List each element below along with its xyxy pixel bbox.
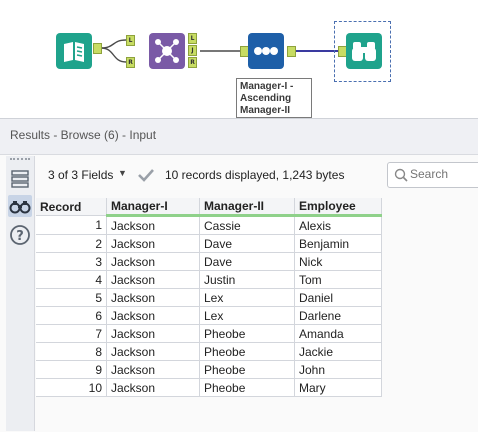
manager-i-cell[interactable]: Jackson [106,306,200,325]
manager-ii-cell[interactable]: Pheobe [199,360,295,379]
manager-ii-cell[interactable]: Pheobe [199,342,295,361]
join-l-output-anchor[interactable]: L [188,33,197,44]
binoculars-icon [352,42,376,61]
manager-ii-cell[interactable]: Dave [199,252,295,271]
records-summary: 10 records displayed, 1,243 bytes [165,168,345,182]
search-icon [394,168,408,182]
join-icon [155,39,179,63]
search-input[interactable] [410,166,478,182]
manager-ii-cell[interactable]: Lex [199,306,295,325]
record-cell[interactable]: 8 [36,342,107,361]
input-tool[interactable] [56,33,92,69]
help-icon[interactable]: ? [8,223,32,245]
employee-cell[interactable]: Nick [294,252,382,271]
sort-output-anchor[interactable] [287,46,296,57]
record-cell[interactable]: 7 [36,324,107,343]
workflow-canvas[interactable]: L R L J R Manager-I - Ascending Manager-… [0,0,478,118]
employee-cell[interactable]: Benjamin [294,234,382,253]
join-r-output-anchor[interactable]: R [188,57,197,68]
record-cell[interactable]: 1 [36,215,107,235]
table-row[interactable]: 3 Jackson Dave Nick [36,252,382,271]
input-output-anchor[interactable] [93,43,102,54]
employee-cell[interactable]: Tom [294,270,382,289]
employee-cell[interactable]: Amanda [294,324,382,343]
record-cell[interactable]: 10 [36,378,107,397]
employee-cell[interactable]: Mary [294,378,382,397]
column-header-employee[interactable]: Employee [294,198,382,217]
sort-tool-annotation: Manager-I - Ascending Manager-II [236,78,312,118]
column-header-manager-ii[interactable]: Manager-II [199,198,295,217]
manager-ii-cell[interactable]: Pheobe [199,324,295,343]
join-j-output-anchor[interactable]: J [188,45,197,56]
toolbar-grip[interactable] [10,158,30,162]
results-header: Results - Browse (6) - Input [0,118,478,154]
fields-selector[interactable]: 3 of 3 Fields [48,168,113,182]
chevron-down-icon[interactable]: ▼ [118,168,127,178]
manager-ii-cell[interactable]: Justin [199,270,295,289]
join-right-anchor[interactable]: R [126,57,135,68]
manager-i-cell[interactable]: Jackson [106,378,200,397]
column-header-record[interactable]: Record [36,198,107,216]
manager-ii-cell[interactable]: Lex [199,288,295,307]
book-icon [64,42,84,62]
browse-tool[interactable] [346,33,382,69]
manager-i-cell[interactable]: Jackson [106,360,200,379]
employee-cell[interactable]: Daniel [294,288,382,307]
table-row[interactable]: 6 Jackson Lex Darlene [36,306,382,325]
record-cell[interactable]: 4 [36,270,107,289]
column-header-manager-i[interactable]: Manager-I [106,198,200,217]
record-cell[interactable]: 9 [36,360,107,379]
manager-i-cell[interactable]: Jackson [106,234,200,253]
employee-cell[interactable]: Alexis [294,215,382,235]
join-tool[interactable] [149,33,185,69]
table-row[interactable]: 8 Jackson Pheobe Jackie [36,342,382,361]
table-row[interactable]: 1 Jackson Cassie Alexis [36,215,382,235]
employee-cell[interactable]: Jackie [294,342,382,361]
record-cell[interactable]: 6 [36,306,107,325]
table-row[interactable]: 5 Jackson Lex Daniel [36,288,382,307]
table-row[interactable]: 7 Jackson Pheobe Amanda [36,324,382,343]
manager-i-cell[interactable]: Jackson [106,270,200,289]
results-table: Record Manager-I Manager-II Employee 1 Ja… [36,198,382,397]
manager-i-cell[interactable]: Jackson [106,324,200,343]
record-cell[interactable]: 5 [36,288,107,307]
results-title: Results - Browse (6) - Input [10,128,157,142]
employee-cell[interactable]: Darlene [294,306,382,325]
manager-ii-cell[interactable]: Dave [199,234,295,253]
table-row[interactable]: 10 Jackson Pheobe Mary [36,378,382,397]
table-row[interactable]: 2 Jackson Dave Benjamin [36,234,382,253]
manager-i-cell[interactable]: Jackson [106,342,200,361]
svg-text:?: ? [16,229,24,244]
manager-i-cell[interactable]: Jackson [106,215,200,235]
manager-i-cell[interactable]: Jackson [106,252,200,271]
record-cell[interactable]: 3 [36,252,107,271]
record-cell[interactable]: 2 [36,234,107,253]
table-row[interactable]: 4 Jackson Justin Tom [36,270,382,289]
table-header-row: Record Manager-I Manager-II Employee [36,198,382,217]
check-icon [138,169,154,182]
employee-cell[interactable]: John [294,360,382,379]
sort-tool[interactable] [248,33,284,69]
manager-ii-cell[interactable]: Cassie [199,215,295,235]
binoculars-icon[interactable] [8,195,32,217]
search-box[interactable] [387,162,478,188]
table-row[interactable]: 9 Jackson Pheobe John [36,360,382,379]
join-left-anchor[interactable]: L [126,35,135,46]
manager-ii-cell[interactable]: Pheobe [199,378,295,397]
manager-i-cell[interactable]: Jackson [106,288,200,307]
table-view-icon[interactable] [8,168,32,190]
sort-icon [254,47,278,55]
